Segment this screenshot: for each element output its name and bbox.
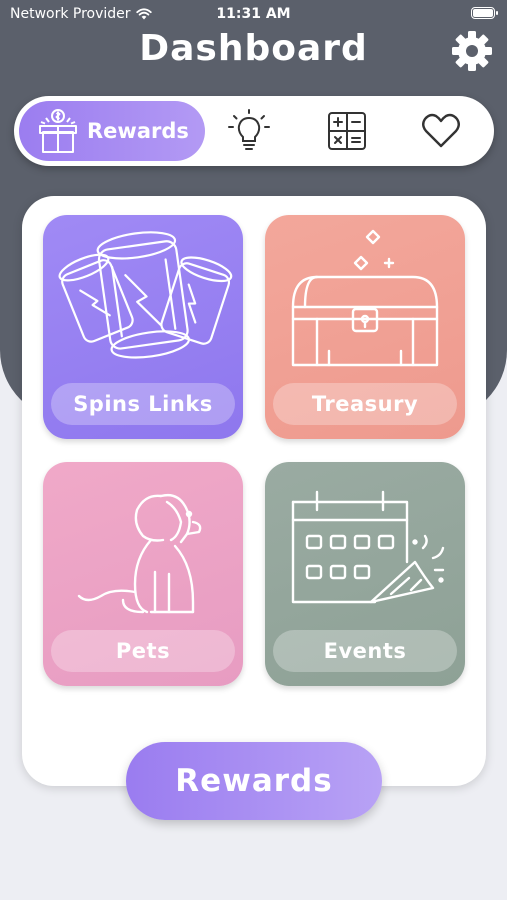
heart-icon[interactable] [418, 108, 464, 154]
tile-spins-links[interactable]: Spins Links [43, 215, 243, 439]
tile-spins-links-label: Spins Links [51, 383, 235, 425]
calculator-icon[interactable] [324, 108, 370, 154]
tile-treasury-label: Treasury [273, 383, 457, 425]
battery-icon [471, 7, 498, 19]
tile-events[interactable]: Events [265, 462, 465, 686]
tile-events-label: Events [273, 630, 457, 672]
tab-rewards-label: Rewards [87, 119, 189, 143]
tab-bar: Rewards [14, 96, 494, 166]
clock: 11:31 AM [216, 6, 291, 22]
tile-treasury[interactable]: Treasury [265, 215, 465, 439]
gear-icon[interactable] [451, 30, 493, 72]
gift-icon [39, 109, 77, 153]
tab-rewards[interactable]: Rewards [19, 101, 205, 161]
page-title: Dashboard [139, 28, 368, 69]
status-bar: Network Provider 11:31 AM [0, 0, 507, 28]
tile-pets-label: Pets [51, 630, 235, 672]
rewards-button[interactable]: Rewards [126, 742, 382, 820]
tile-pets[interactable]: Pets [43, 462, 243, 686]
lightbulb-icon[interactable] [226, 108, 272, 154]
